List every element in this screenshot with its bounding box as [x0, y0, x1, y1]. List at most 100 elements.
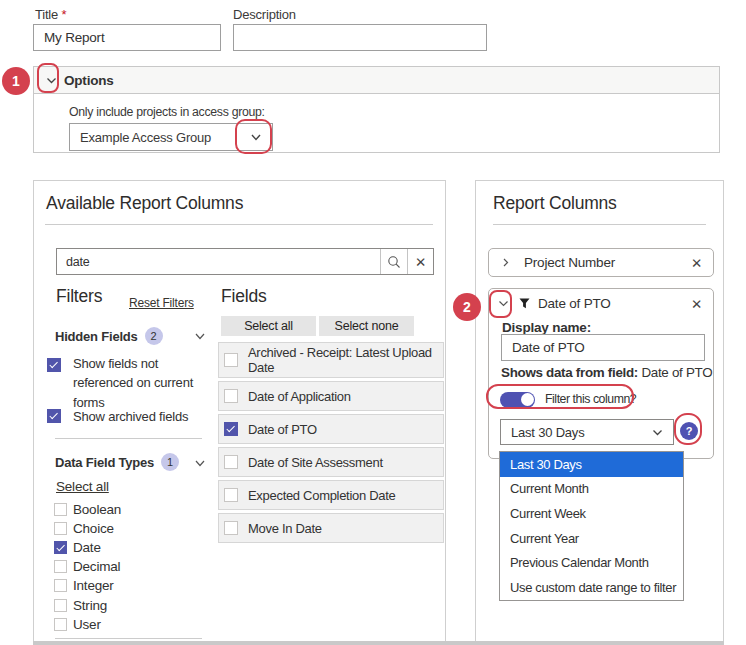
select-all-fields-button[interactable]: Select all: [221, 316, 316, 336]
description-input[interactable]: [233, 24, 487, 51]
check-icon: [49, 411, 57, 419]
clear-search-button[interactable]: ✕: [407, 249, 433, 274]
type-filter-row-user[interactable]: User: [54, 615, 121, 634]
project-number-label: Project Number: [524, 255, 615, 270]
field-checkbox[interactable]: [224, 422, 238, 436]
clear-search-icon: ✕: [415, 254, 426, 270]
type-filter-row-choice[interactable]: Choice: [54, 519, 121, 538]
field-checkbox[interactable]: [224, 389, 238, 403]
data-field-types-group-header[interactable]: Data Field Types 1: [55, 453, 179, 471]
remove-column-icon[interactable]: ✕: [691, 296, 702, 312]
access-group-value: Example Access Group: [80, 130, 211, 145]
annotation-step-1: 1: [2, 67, 30, 95]
search-icon: [387, 255, 401, 269]
type-filter-row-date[interactable]: Date: [54, 538, 121, 557]
title-label: Title *: [35, 7, 66, 22]
dropdown-option-current-year[interactable]: Current Year: [500, 526, 683, 551]
data-field-types-chevron-down-icon[interactable]: [193, 456, 207, 470]
available-columns-title: Available Report Columns: [46, 193, 243, 214]
field-label: Move In Date: [248, 521, 322, 536]
options-section: Options Only include projects in access …: [33, 66, 720, 153]
hidden-fields-chevron-down-icon[interactable]: [193, 329, 207, 343]
field-checkbox[interactable]: [224, 455, 238, 469]
string-label: String: [73, 598, 107, 613]
options-header[interactable]: Options: [34, 67, 719, 94]
type-filter-row-integer[interactable]: Integer: [54, 576, 121, 595]
fields-buttons: Select all Select none: [221, 316, 414, 336]
field-item-move-in-date[interactable]: Move In Date: [218, 513, 444, 543]
annotation-box-help-icon: [674, 413, 702, 445]
title-input[interactable]: [33, 24, 221, 51]
shows-data-label: Shows data from field:: [501, 365, 638, 380]
field-label: Date of Site Assessment: [248, 455, 383, 470]
decimal-checkbox[interactable]: [54, 560, 67, 573]
dropdown-option-current-week[interactable]: Current Week: [500, 501, 683, 526]
dropdown-option-last-30-days[interactable]: Last 30 Days: [500, 452, 683, 477]
search-button[interactable]: [380, 249, 407, 274]
show-archived-checkbox[interactable]: [47, 409, 61, 423]
date-checkbox[interactable]: [54, 541, 67, 554]
date-of-pto-label: Date of PTO: [538, 296, 611, 311]
type-filter-row-string[interactable]: String: [54, 595, 121, 614]
search-bar: ✕: [56, 248, 434, 275]
show-not-referenced-checkbox[interactable]: [47, 358, 61, 372]
field-item-archived-receipt[interactable]: Archived - Receipt: Latest Upload Date: [218, 342, 444, 378]
reset-filters-link[interactable]: Reset Filters: [129, 296, 194, 310]
type-filter-list: Boolean Choice Date Decimal Integer Stri…: [54, 500, 121, 634]
display-name-label: Display name:: [502, 320, 591, 335]
annotation-step-2: 2: [453, 293, 481, 321]
dropdown-option-current-month[interactable]: Current Month: [500, 477, 683, 502]
annotation-box-access-group-chevron: [235, 119, 272, 154]
data-field-types-count-badge: 1: [161, 453, 179, 471]
remove-column-icon[interactable]: ✕: [691, 255, 702, 271]
hidden-fields-group-header[interactable]: Hidden Fields 2: [55, 327, 163, 345]
type-filter-row-boolean[interactable]: Boolean: [54, 500, 121, 519]
choice-label: Choice: [73, 521, 114, 536]
date-label: Date: [73, 540, 101, 555]
check-icon: [49, 360, 57, 368]
annotation-box-filter-toggle: [486, 384, 634, 409]
field-item-date-of-application[interactable]: Date of Application: [218, 381, 444, 411]
search-input[interactable]: [57, 249, 380, 274]
check-icon: [226, 424, 234, 432]
hidden-fields-count-badge: 2: [145, 327, 163, 345]
dropdown-option-previous-calendar-month[interactable]: Previous Calendar Month: [500, 550, 683, 575]
boolean-checkbox[interactable]: [54, 503, 67, 516]
field-label: Date of Application: [248, 389, 351, 404]
cutoff-content-band: [33, 641, 724, 645]
integer-label: Integer: [73, 578, 114, 593]
available-report-columns-panel: Available Report Columns ✕ Filters Reset…: [33, 180, 446, 645]
date-of-pto-header[interactable]: Date of PTO ✕: [489, 289, 713, 318]
select-all-types-link[interactable]: Select all: [56, 479, 109, 494]
field-item-date-of-pto[interactable]: Date of PTO: [218, 414, 444, 444]
annotation-box-options-chevron: [37, 63, 59, 93]
date-range-select-value: Last 30 Days: [511, 425, 584, 440]
user-checkbox[interactable]: [54, 618, 67, 631]
report-column-project-number[interactable]: Project Number ✕: [488, 248, 714, 277]
annotation-box-pto-chevron: [489, 290, 512, 318]
user-label: User: [73, 617, 101, 632]
date-range-select[interactable]: Last 30 Days: [500, 419, 674, 445]
dropdown-option-custom-date-range[interactable]: Use custom date range to filter: [500, 575, 683, 600]
check-icon: [56, 542, 64, 550]
decimal-label: Decimal: [73, 559, 120, 574]
field-label: Date of PTO: [248, 422, 317, 437]
options-header-label: Options: [64, 73, 114, 88]
shows-data-value: Date of PTO: [641, 365, 712, 380]
choice-checkbox[interactable]: [54, 522, 67, 535]
show-not-referenced-label: Show fields not referenced on current fo…: [73, 354, 213, 412]
integer-checkbox[interactable]: [54, 579, 67, 592]
string-checkbox[interactable]: [54, 599, 67, 612]
required-asterisk: *: [62, 7, 67, 22]
field-item-date-of-site-assessment[interactable]: Date of Site Assessment: [218, 447, 444, 477]
field-checkbox[interactable]: [224, 521, 238, 535]
expand-chevron-right-icon[interactable]: [500, 257, 511, 268]
shows-data-line: Shows data from field: Date of PTO: [501, 365, 712, 380]
type-filter-row-decimal[interactable]: Decimal: [54, 557, 121, 576]
show-archived-label: Show archived fields: [73, 409, 233, 424]
select-none-fields-button[interactable]: Select none: [319, 316, 414, 336]
field-checkbox[interactable]: [224, 353, 238, 367]
display-name-input[interactable]: [501, 334, 705, 361]
field-item-expected-completion-date[interactable]: Expected Completion Date: [218, 480, 444, 510]
field-checkbox[interactable]: [224, 488, 238, 502]
